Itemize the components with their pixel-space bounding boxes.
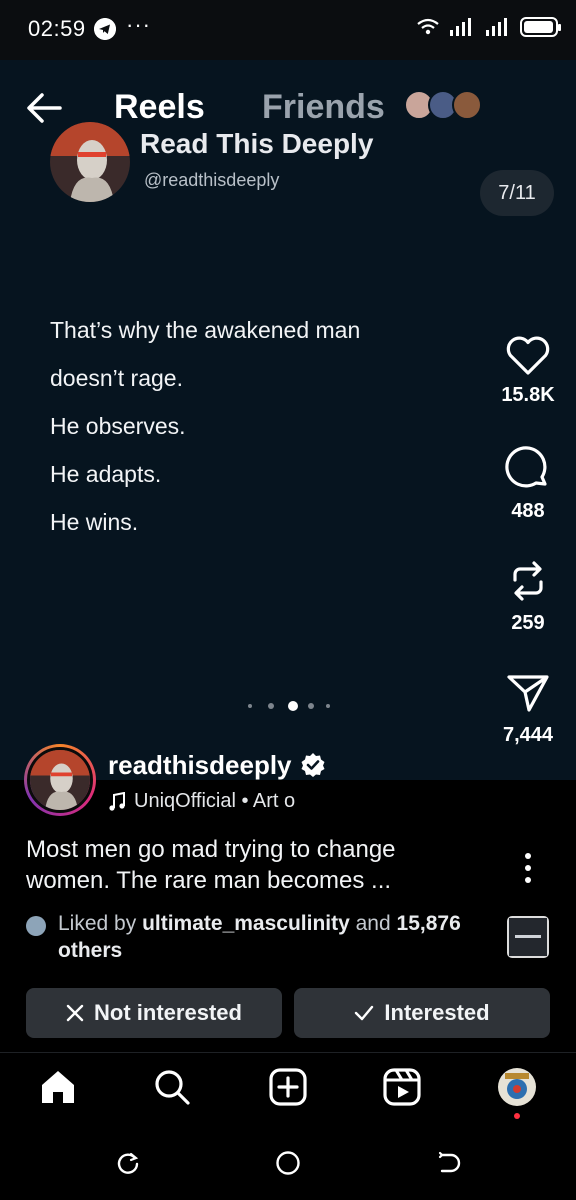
- post-author-avatar[interactable]: [50, 122, 130, 202]
- carousel-dot: [248, 704, 252, 708]
- carousel-dot: [268, 703, 274, 709]
- close-icon: [66, 1004, 84, 1022]
- comment-icon[interactable]: [505, 446, 551, 492]
- system-nav-bar: [0, 1128, 576, 1200]
- statue-avatar-image: [50, 122, 130, 202]
- create-post-icon[interactable]: [268, 1067, 308, 1107]
- audio-thumbnail[interactable]: [507, 916, 549, 958]
- post-line: He observes.: [50, 413, 186, 439]
- post-line: doesn’t rage.: [50, 365, 183, 391]
- like-count: 15.8K: [501, 384, 555, 406]
- comment-action[interactable]: 488: [486, 446, 570, 523]
- repost-icon[interactable]: [505, 558, 551, 604]
- not-interested-button[interactable]: Not interested: [26, 988, 282, 1038]
- signal-icon-sim2: [486, 18, 507, 36]
- back-button-icon[interactable]: [436, 1150, 462, 1176]
- bottom-nav: [0, 1052, 576, 1128]
- post-handle: @readthisdeeply: [144, 170, 280, 190]
- comment-count: 488: [511, 500, 545, 522]
- post-body: That’s why the awakened man doesn’t rage…: [50, 306, 470, 546]
- friend-avatar: [452, 90, 482, 120]
- slide-counter: 7/11: [480, 170, 554, 216]
- liked-by-avatar: [26, 916, 46, 936]
- repost-count: 259: [511, 612, 545, 634]
- friend-avatars[interactable]: [404, 90, 484, 124]
- not-interested-label: Not interested: [94, 1000, 242, 1025]
- thumbnail-image: [509, 918, 547, 956]
- battery-level: [524, 21, 553, 33]
- reel-caption[interactable]: Most men go mad trying to change women. …: [26, 834, 466, 896]
- carousel-dot-active: [288, 701, 298, 711]
- liked-suffix: others: [58, 939, 123, 962]
- reel-info-panel: readthisdeeply UniqOfficial • Art o Most…: [0, 720, 576, 1050]
- statue-avatar-image: [30, 750, 90, 810]
- interested-button[interactable]: Interested: [294, 988, 550, 1038]
- post-line: He adapts.: [50, 461, 162, 487]
- status-time: 02:59: [28, 16, 86, 41]
- telegram-icon: [94, 18, 116, 40]
- verified-badge-icon: [301, 753, 325, 777]
- liked-user[interactable]: ultimate_masculinity: [142, 912, 350, 935]
- search-icon[interactable]: [152, 1067, 192, 1107]
- liked-by[interactable]: Liked by ultimate_masculinity and 15,876…: [26, 910, 496, 964]
- creator-avatar[interactable]: [24, 744, 96, 816]
- back-arrow-icon[interactable]: [24, 90, 64, 126]
- post-line: That’s why the awakened man: [50, 317, 361, 343]
- battery-icon: [520, 17, 561, 37]
- checkmark-icon: [355, 1005, 374, 1021]
- notification-dot: [514, 1113, 520, 1119]
- interested-label: Interested: [384, 1000, 490, 1025]
- heart-icon[interactable]: [505, 334, 551, 376]
- tab-reels[interactable]: Reels: [114, 88, 205, 127]
- liked-prefix: Liked by: [58, 912, 143, 935]
- like-action[interactable]: 15.8K: [486, 334, 570, 407]
- profile-avatar-icon[interactable]: [497, 1067, 537, 1107]
- post-title: Read This Deeply: [140, 128, 374, 159]
- status-bar: 02:59 ···: [0, 0, 576, 60]
- home-icon[interactable]: [38, 1067, 78, 1107]
- more-options-icon[interactable]: [516, 850, 540, 886]
- music-note-icon: [109, 791, 125, 811]
- recent-apps-icon[interactable]: [115, 1150, 141, 1176]
- reels-icon[interactable]: [382, 1067, 422, 1107]
- status-indicators: [416, 16, 561, 38]
- carousel-dot: [308, 703, 314, 709]
- repost-action[interactable]: 259: [486, 558, 570, 635]
- signal-icon-sim1: [450, 18, 471, 36]
- more-notifications-icon: ···: [126, 12, 151, 37]
- liked-mid: and: [349, 912, 397, 935]
- liked-count: 15,876: [396, 912, 461, 935]
- music-attribution[interactable]: UniqOfficial • Art o: [108, 790, 295, 813]
- post-line: He wins.: [50, 509, 139, 535]
- share-icon[interactable]: [505, 670, 551, 716]
- music-label: UniqOfficial • Art o: [134, 790, 296, 812]
- wifi-icon: [417, 18, 439, 35]
- tab-friends[interactable]: Friends: [262, 88, 385, 127]
- home-button-icon[interactable]: [275, 1150, 301, 1176]
- carousel-dot: [326, 704, 330, 708]
- creator-username[interactable]: readthisdeeply: [108, 750, 292, 781]
- carousel-dots: [240, 700, 340, 712]
